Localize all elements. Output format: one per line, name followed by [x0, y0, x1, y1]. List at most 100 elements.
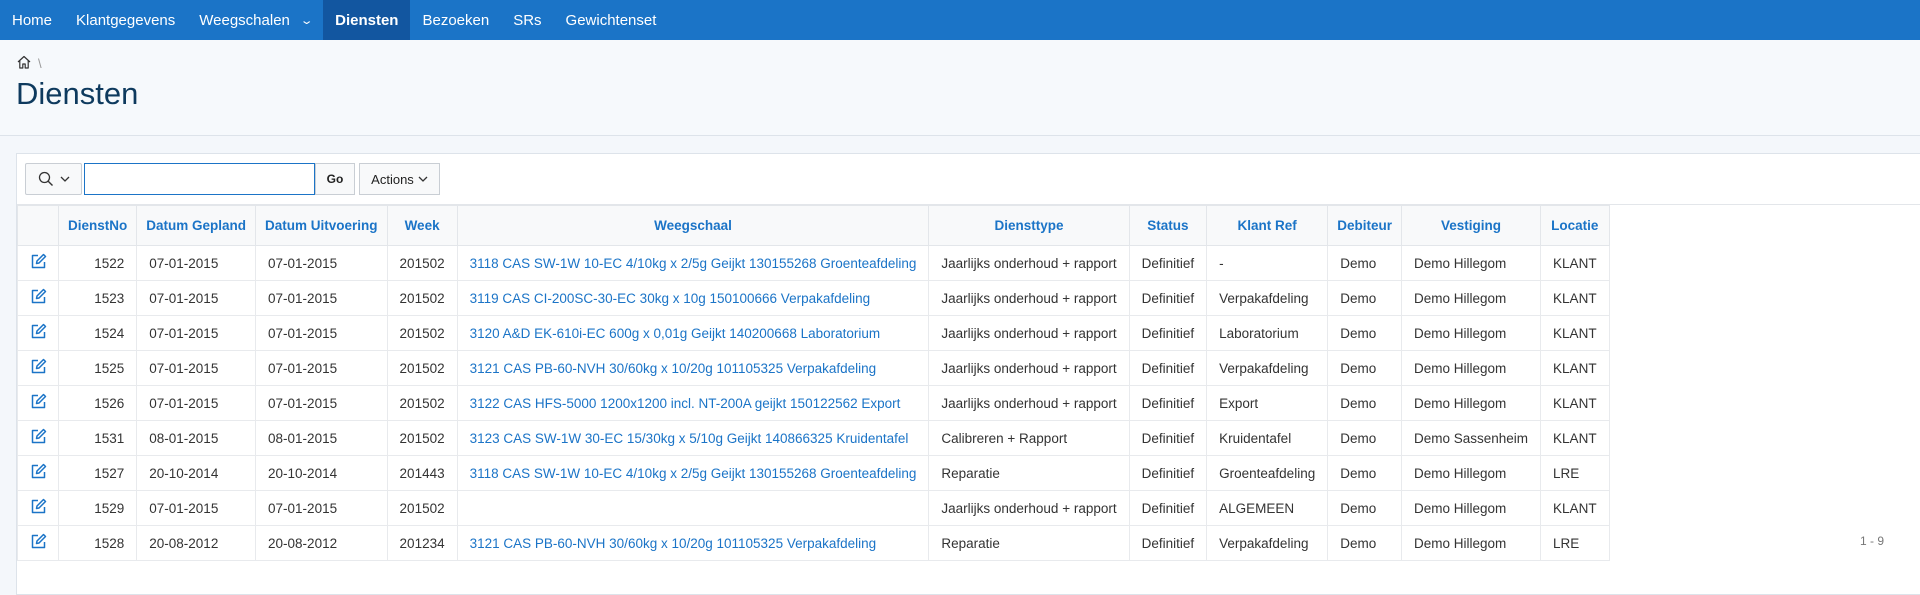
column-header-diensttype[interactable]: Diensttype: [928, 205, 1130, 246]
table-row: 1527 20-10-2014 20-10-2014 201443 3118 CAS S…: [17, 455, 1610, 491]
cell-diensttype: Jaarlijks onderhoud + rapport: [928, 280, 1130, 316]
nav-weegschalen[interactable]: Weegschalen ⌄: [187, 0, 323, 40]
nav-home[interactable]: Home: [0, 0, 64, 40]
cell-vestiging: Demo Hillegom: [1400, 525, 1542, 561]
edit-cell: [17, 525, 59, 561]
breadcrumb-separator: \: [38, 55, 42, 71]
nav-diensten[interactable]: Diensten: [323, 0, 411, 40]
cell-locatie: KLANT: [1540, 490, 1610, 526]
cell-week: 201234: [386, 525, 458, 561]
cell-debiteur: Demo: [1327, 490, 1402, 526]
edit-icon[interactable]: [30, 358, 47, 378]
cell-debiteur: Demo: [1327, 315, 1402, 351]
cell-debiteur: Demo: [1327, 350, 1402, 386]
cell-weegschaal[interactable]: 3120 A&D EK-610i-EC 600g x 0,01g Geijkt …: [456, 315, 930, 351]
cell-diensttype: Jaarlijks onderhoud + rapport: [928, 490, 1130, 526]
edit-cell: [17, 490, 59, 526]
cell-weegschaal[interactable]: 3119 CAS CI-200SC-30-EC 30kg x 10g 15010…: [456, 280, 930, 316]
edit-icon[interactable]: [30, 463, 47, 483]
cell-datum-uitvoering: 07-01-2015: [255, 315, 388, 351]
cell-dienstno: 1525: [57, 350, 138, 386]
column-header-datum-gepland[interactable]: Datum Gepland: [136, 205, 257, 246]
cell-week: 201502: [386, 280, 458, 316]
cell-debiteur: Demo: [1327, 420, 1402, 456]
column-header-week[interactable]: Week: [386, 205, 458, 246]
cell-diensttype: Calibreren + Rapport: [928, 420, 1130, 456]
cell-klant-ref: ALGEMEEN: [1206, 490, 1329, 526]
search-icon: [38, 171, 53, 186]
page-header: \ Diensten: [0, 40, 1920, 136]
cell-status: Definitief: [1128, 280, 1208, 316]
search-column-button[interactable]: [25, 163, 82, 195]
table-row: 1526 07-01-2015 07-01-2015 201502 3122 CAS H…: [17, 385, 1610, 421]
cell-datum-gepland: 08-01-2015: [136, 420, 257, 456]
edit-icon[interactable]: [30, 253, 47, 273]
cell-datum-uitvoering: 20-08-2012: [255, 525, 388, 561]
nav-klantgegevens[interactable]: Klantgegevens: [64, 0, 187, 40]
home-icon[interactable]: [16, 54, 32, 73]
cell-week: 201502: [386, 315, 458, 351]
cell-klant-ref: -: [1206, 245, 1329, 281]
nav-bezoeken[interactable]: Bezoeken: [410, 0, 501, 40]
cell-weegschaal[interactable]: 3118 CAS SW-1W 10-EC 4/10kg x 2/5g Geijk…: [456, 245, 930, 281]
edit-cell: [17, 315, 59, 351]
cell-weegschaal[interactable]: 3123 CAS SW-1W 30-EC 15/30kg x 5/10g Gei…: [456, 420, 930, 456]
edit-icon[interactable]: [30, 428, 47, 448]
column-header-weegschaal[interactable]: Weegschaal: [456, 205, 930, 246]
actions-button[interactable]: Actions: [359, 163, 440, 195]
cell-locatie: KLANT: [1540, 350, 1610, 386]
cell-weegschaal[interactable]: 3121 CAS PB-60-NVH 30/60kg x 10/20g 1011…: [456, 525, 930, 561]
table-row: 1529 07-01-2015 07-01-2015 201502 Jaarlijks …: [17, 490, 1610, 526]
cell-datum-gepland: 07-01-2015: [136, 385, 257, 421]
column-header-datum-uitvoering[interactable]: Datum Uitvoering: [255, 205, 388, 246]
cell-datum-gepland: 07-01-2015: [136, 245, 257, 281]
cell-datum-uitvoering: 07-01-2015: [255, 245, 388, 281]
go-button[interactable]: Go: [315, 163, 355, 195]
edit-icon[interactable]: [30, 498, 47, 518]
search-input[interactable]: [84, 163, 315, 195]
column-header-klant-ref[interactable]: Klant Ref: [1206, 205, 1329, 246]
cell-datum-uitvoering: 08-01-2015: [255, 420, 388, 456]
cell-klant-ref: Kruidentafel: [1206, 420, 1329, 456]
cell-weegschaal[interactable]: [456, 490, 930, 526]
report-toolbar: Go Actions: [17, 154, 1920, 204]
edit-icon[interactable]: [30, 533, 47, 553]
nav-gewichtenset[interactable]: Gewichtenset: [554, 0, 669, 40]
cell-status: Definitief: [1128, 315, 1208, 351]
cell-weegschaal[interactable]: 3121 CAS PB-60-NVH 30/60kg x 10/20g 1011…: [456, 350, 930, 386]
report-region: Go Actions DienstNo Datum Gepland Datum …: [16, 153, 1920, 595]
table-row: 1528 20-08-2012 20-08-2012 201234 3121 CAS P…: [17, 525, 1610, 561]
breadcrumb: \: [16, 54, 1904, 72]
cell-klant-ref: Groenteafdeling: [1206, 455, 1329, 491]
cell-status: Definitief: [1128, 455, 1208, 491]
cell-vestiging: Demo Hillegom: [1400, 315, 1542, 351]
column-header-debiteur[interactable]: Debiteur: [1327, 205, 1402, 246]
edit-icon[interactable]: [30, 323, 47, 343]
cell-weegschaal[interactable]: 3122 CAS HFS-5000 1200x1200 incl. NT-200…: [456, 385, 930, 421]
chevron-down-icon: [60, 176, 69, 182]
edit-icon[interactable]: [30, 393, 47, 413]
column-header-dienstno[interactable]: DienstNo: [57, 205, 138, 246]
cell-debiteur: Demo: [1327, 455, 1402, 491]
cell-weegschaal[interactable]: 3118 CAS SW-1W 10-EC 4/10kg x 2/5g Geijk…: [456, 455, 930, 491]
cell-dienstno: 1527: [57, 455, 138, 491]
edit-cell: [17, 420, 59, 456]
cell-status: Definitief: [1128, 420, 1208, 456]
cell-diensttype: Jaarlijks onderhoud + rapport: [928, 350, 1130, 386]
column-header-status[interactable]: Status: [1128, 205, 1208, 246]
nav-srs[interactable]: SRs: [501, 0, 553, 40]
cell-vestiging: Demo Hillegom: [1400, 280, 1542, 316]
cell-locatie: KLANT: [1540, 385, 1610, 421]
cell-datum-gepland: 20-08-2012: [136, 525, 257, 561]
cell-week: 201502: [386, 350, 458, 386]
pagination-label: 1 - 9: [1859, 534, 1884, 548]
table-row: 1531 08-01-2015 08-01-2015 201502 3123 CAS S…: [17, 420, 1610, 456]
column-header-vestiging[interactable]: Vestiging: [1400, 205, 1542, 246]
cell-debiteur: Demo: [1327, 385, 1402, 421]
cell-week: 201502: [386, 420, 458, 456]
cell-status: Definitief: [1128, 245, 1208, 281]
column-header-locatie[interactable]: Locatie: [1540, 205, 1610, 246]
edit-icon[interactable]: [30, 288, 47, 308]
cell-vestiging: Demo Hillegom: [1400, 245, 1542, 281]
cell-diensttype: Jaarlijks onderhoud + rapport: [928, 315, 1130, 351]
